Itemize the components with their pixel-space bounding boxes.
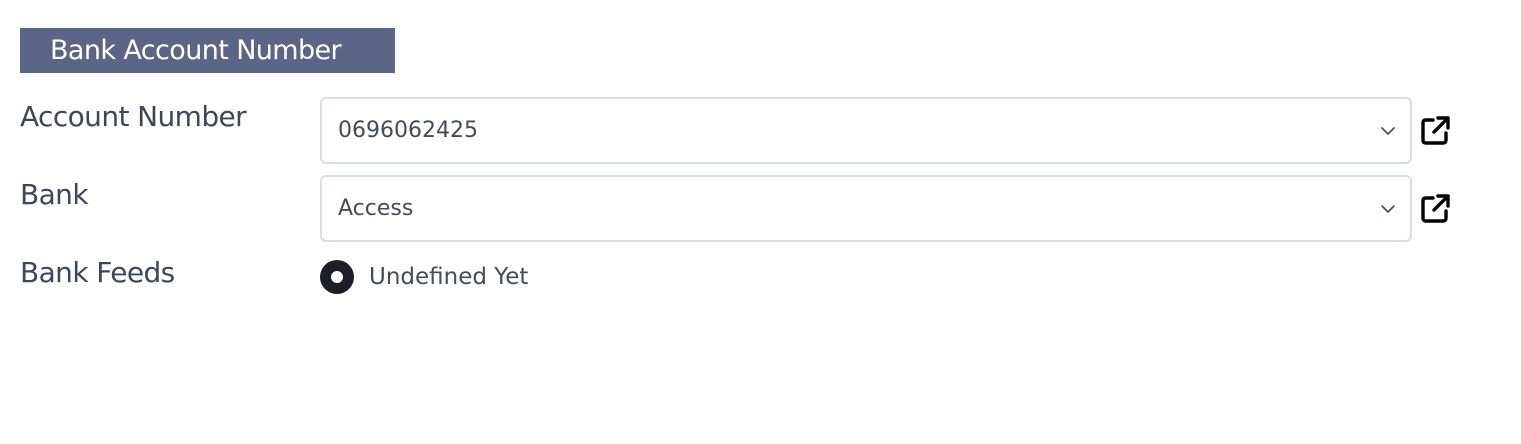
- external-link-icon[interactable]: [1418, 192, 1452, 226]
- bank-label: Bank: [20, 178, 89, 211]
- account-number-value: 0696062425: [338, 118, 478, 143]
- account-number-select[interactable]: 0696062425: [320, 97, 1412, 164]
- radio-selected-dot: [331, 271, 343, 283]
- bank-feeds-option-label[interactable]: Undefined Yet: [369, 260, 528, 294]
- external-link-icon[interactable]: [1418, 114, 1452, 148]
- chevron-down-icon: [1381, 205, 1395, 213]
- bank-select[interactable]: Access: [320, 175, 1412, 242]
- bank-feeds-radio[interactable]: [320, 260, 354, 294]
- chevron-down-icon: [1381, 127, 1395, 135]
- section-title: Bank Account Number: [20, 28, 395, 73]
- bank-feeds-label: Bank Feeds: [20, 256, 175, 289]
- account-number-label: Account Number: [20, 100, 247, 133]
- bank-value: Access: [338, 196, 414, 221]
